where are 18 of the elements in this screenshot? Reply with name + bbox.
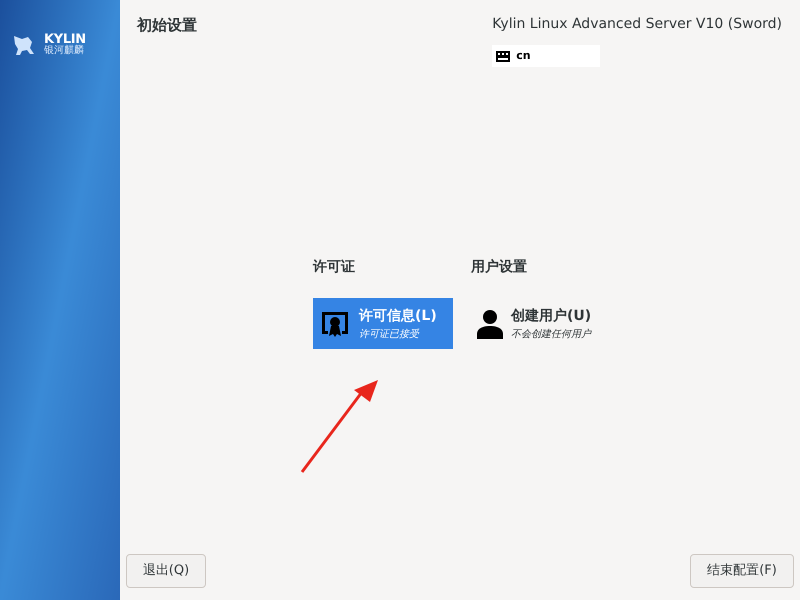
product-name: Kylin Linux Advanced Server V10 (Sword) <box>492 15 782 34</box>
spoke-status: 许可证已接受 <box>359 328 420 342</box>
hub-spoke[interactable]: 创建用户(U) 不会创建任何用户 <box>471 298 611 349</box>
quit-button[interactable]: 退出(Q) <box>126 554 206 588</box>
category-title: 用户设置 <box>471 258 528 277</box>
logo-subtitle: 银河麒麟 <box>44 46 85 56</box>
logo-wordmark: KYLIN <box>44 32 86 46</box>
keyboard-icon <box>496 50 510 62</box>
category-title: 许可证 <box>313 258 356 277</box>
keyboard-layout-indicator[interactable]: cn <box>492 45 600 67</box>
page-title: 初始设置 <box>137 15 197 36</box>
keyboard-layout-label: cn <box>516 48 531 64</box>
spoke-status: 不会创建任何用户 <box>511 328 592 342</box>
spoke-title: 创建用户(U) <box>511 306 592 326</box>
finish-configuration-button[interactable]: 结束配置(F) <box>690 554 794 588</box>
hub-spoke[interactable]: 许可信息(L) 许可证已接受 <box>313 298 453 349</box>
user-icon <box>477 308 503 338</box>
spoke-title: 许可信息(L) <box>359 306 437 326</box>
